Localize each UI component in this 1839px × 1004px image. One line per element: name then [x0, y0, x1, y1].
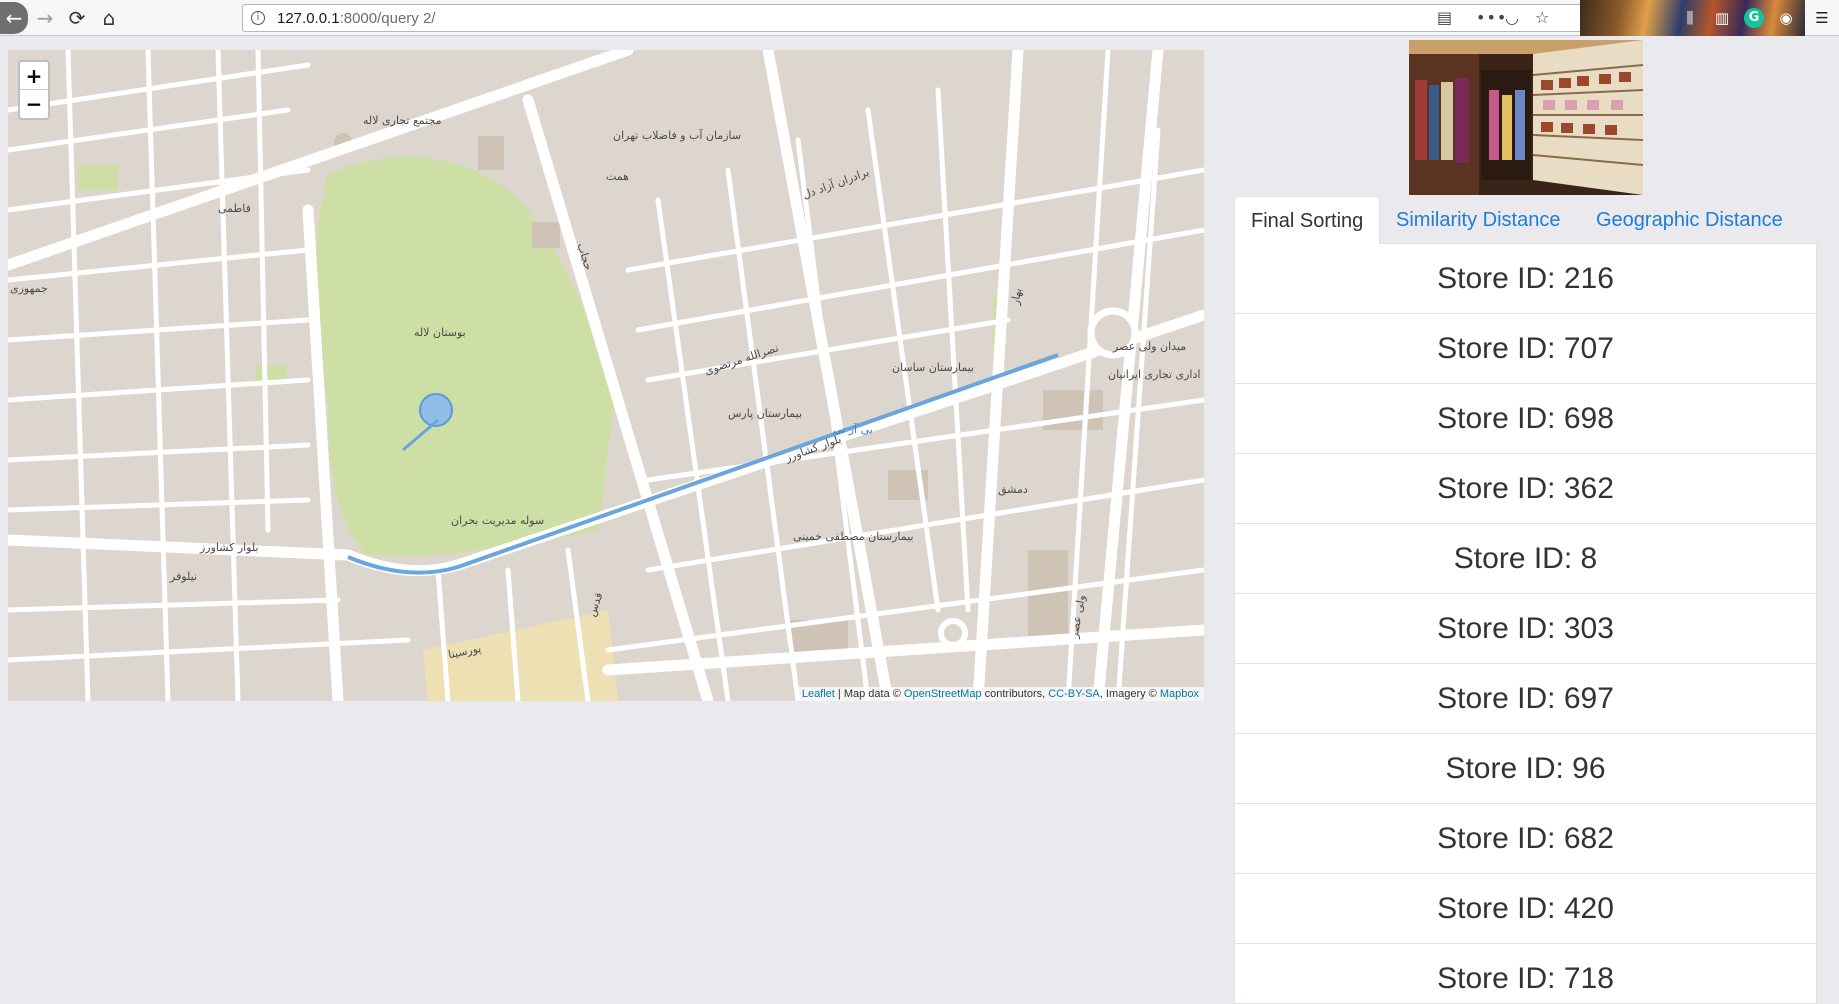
map-attribution: Leaflet | Map data © OpenStreetMap contr…	[796, 687, 1204, 701]
hamburger-menu-icon[interactable]: ☰	[1812, 8, 1832, 28]
keshavarz-label-west: بلوار کشاورز	[200, 541, 259, 554]
leaflet-link[interactable]: Leaflet	[802, 688, 835, 700]
bookmark-star-icon[interactable]: ☆	[1535, 8, 1549, 27]
zoom-out-button[interactable]: −	[20, 90, 48, 118]
park-label: بوستان لاله	[414, 326, 466, 339]
attribution-text: | Map data ©	[834, 688, 904, 700]
jomhuri-label: جمهوری	[10, 282, 48, 295]
office-building-label: ساختمان اداری تجاری ایرانیان	[1108, 368, 1204, 381]
store-photo	[1409, 40, 1643, 195]
zoom-in-button[interactable]: +	[20, 62, 48, 90]
grammarly-icon[interactable]: G	[1744, 8, 1764, 28]
store-list-item[interactable]: Store ID: 697	[1235, 664, 1816, 734]
store-list-item[interactable]: Store ID: 707	[1235, 314, 1816, 384]
commercial-center-label: مجتمع تجاری لاله	[363, 114, 442, 127]
map-tiles	[8, 50, 1204, 701]
attribution-imagery: , Imagery ©	[1099, 688, 1160, 700]
home-icon: ⌂	[102, 6, 116, 30]
store-list: Store ID: 216 Store ID: 707 Store ID: 69…	[1234, 244, 1817, 1004]
hospital-sasan-label: بیمارستان ساسان	[892, 361, 975, 374]
store-list-item[interactable]: Store ID: 8	[1235, 524, 1816, 594]
nilufar-label: نیلوفر	[170, 570, 198, 583]
store-list-item[interactable]: Store ID: 718	[1235, 944, 1816, 1003]
hospital-mostafa-label: بیمارستان مصطفی خمینی	[793, 530, 914, 543]
url-bar[interactable]: i 127.0.0.1:8000/query 2/ ▤ ••• ◡ ☆	[242, 4, 1590, 32]
forward-button[interactable]: →	[30, 3, 60, 33]
store-list-item[interactable]: Store ID: 362	[1235, 454, 1816, 524]
back-button[interactable]: ←	[0, 2, 28, 34]
attribution-contrib: contributors,	[981, 688, 1049, 700]
browser-toolbar: ← → ⟳ ⌂ i 127.0.0.1:8000/query 2/ ▤ ••• …	[0, 0, 1839, 36]
store-list-item[interactable]: Store ID: 682	[1235, 804, 1816, 874]
url-path: :8000/query 2/	[339, 10, 436, 27]
zoom-control: + −	[18, 60, 50, 120]
reload-icon: ⟳	[68, 6, 86, 30]
store-list-item[interactable]: Store ID: 216	[1235, 244, 1816, 314]
home-button[interactable]: ⌂	[94, 3, 124, 33]
store-list-item[interactable]: Store ID: 96	[1235, 734, 1816, 804]
result-tabs: Final Sorting Similarity Distance Geogra…	[1234, 196, 1817, 245]
pocket-icon[interactable]: ◡	[1505, 8, 1519, 27]
page-actions-icon[interactable]: •••	[1476, 8, 1507, 27]
library-icon[interactable]: ⫼	[1680, 8, 1700, 28]
fatemi-label: فاطمی	[218, 202, 251, 215]
reader-view-icon[interactable]: ▤	[1437, 8, 1452, 27]
store-list-item[interactable]: Store ID: 420	[1235, 874, 1816, 944]
hospital-pars-label: بیمارستان پارس	[728, 407, 803, 420]
arrow-left-icon: ←	[5, 6, 23, 30]
cc-by-sa-link[interactable]: CC-BY-SA	[1048, 688, 1100, 700]
openstreetmap-link[interactable]: OpenStreetMap	[904, 688, 982, 700]
crisis-hall-label: سوله مدیریت بحران	[451, 514, 545, 527]
hemmat-label: همت	[606, 170, 629, 183]
tab-similarity-distance[interactable]: Similarity Distance	[1380, 196, 1576, 244]
store-list-item[interactable]: Store ID: 303	[1235, 594, 1816, 664]
water-org-label: سازمان آب و فاضلاب تهران	[613, 129, 742, 142]
dameshgh-label: دمشق	[998, 483, 1028, 496]
tab-geographic-distance[interactable]: Geographic Distance	[1580, 196, 1799, 244]
mapbox-link[interactable]: Mapbox	[1160, 688, 1199, 700]
vali-asr-square-label: میدان ولی عصر	[1113, 340, 1187, 353]
map[interactable]: بوستان لاله سازمان آب و فاضلاب تهران مجت…	[8, 50, 1204, 701]
tab-final-sorting[interactable]: Final Sorting	[1234, 196, 1381, 245]
url-host: 127.0.0.1	[277, 10, 340, 27]
extension-icon[interactable]: ◉	[1776, 8, 1796, 28]
info-icon[interactable]: i	[251, 11, 265, 25]
sidebar-toggle-icon[interactable]: ▥	[1712, 8, 1732, 28]
store-list-item[interactable]: Store ID: 698	[1235, 384, 1816, 454]
arrow-right-icon: →	[36, 6, 54, 30]
reload-button[interactable]: ⟳	[62, 3, 92, 33]
url-text[interactable]: 127.0.0.1:8000/query 2/	[277, 10, 435, 27]
brt-label: بی آر تی	[833, 423, 873, 436]
